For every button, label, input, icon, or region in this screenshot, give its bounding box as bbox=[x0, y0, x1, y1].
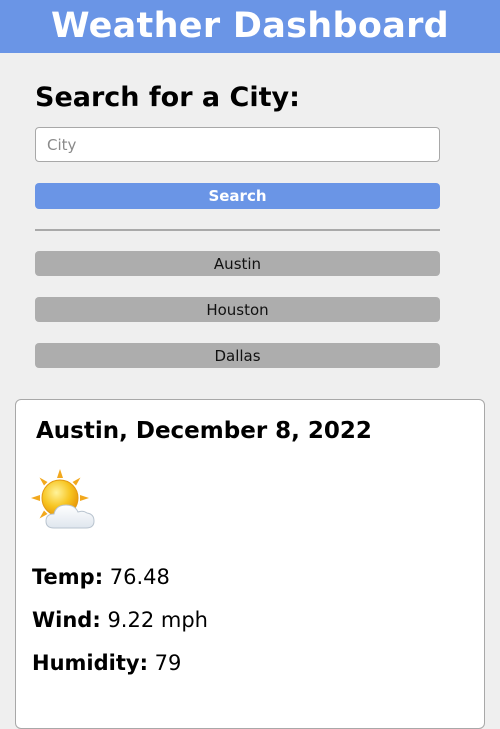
humidity-value: 79 bbox=[154, 651, 182, 675]
temperature-value: 76.48 bbox=[109, 565, 170, 589]
divider bbox=[35, 229, 440, 231]
humidity-label: Humidity: bbox=[32, 651, 148, 675]
city-date-heading: Austin, December 8, 2022 bbox=[36, 418, 372, 444]
wind-row: Wind: 9.22 mph bbox=[32, 605, 208, 635]
wind-label: Wind: bbox=[32, 608, 101, 632]
city-search-input[interactable] bbox=[35, 127, 440, 162]
search-panel: Search for a City: Search Austin Houston… bbox=[35, 80, 440, 368]
history-button-dallas[interactable]: Dallas bbox=[35, 343, 440, 368]
history-button-houston[interactable]: Houston bbox=[35, 297, 440, 322]
partly-cloudy-sun-icon bbox=[31, 469, 95, 529]
search-heading: Search for a City: bbox=[35, 82, 300, 113]
search-button[interactable]: Search bbox=[35, 183, 440, 209]
wind-value: 9.22 mph bbox=[107, 608, 208, 632]
history-button-austin[interactable]: Austin bbox=[35, 251, 440, 276]
humidity-row: Humidity: 79 bbox=[32, 648, 181, 678]
page-title: Weather Dashboard bbox=[50, 6, 450, 46]
page-header: Weather Dashboard bbox=[0, 0, 500, 53]
temperature-row: Temp: 76.48 bbox=[32, 562, 170, 592]
temperature-label: Temp: bbox=[32, 565, 104, 589]
current-weather-card: Austin, December 8, 2022 Temp: 76.48 Win… bbox=[15, 399, 485, 729]
